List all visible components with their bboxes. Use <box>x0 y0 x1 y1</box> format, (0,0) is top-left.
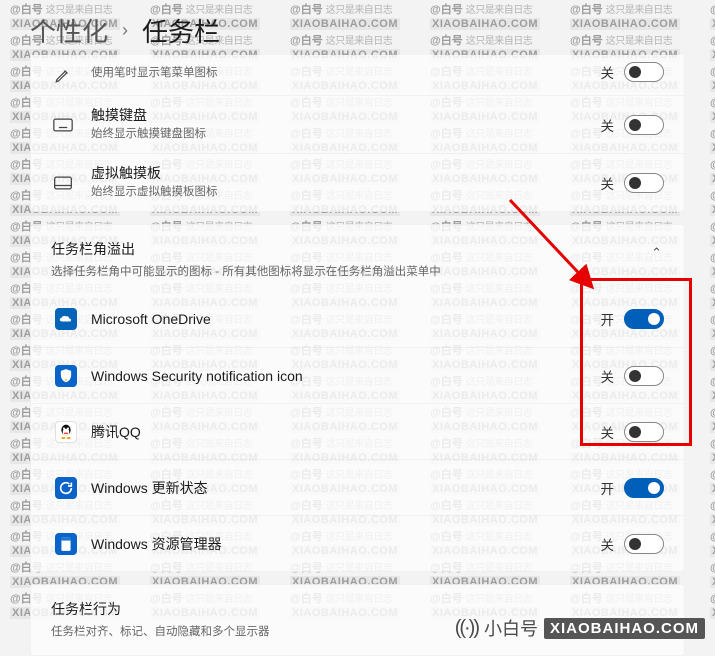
overflow-title: 任务栏角溢出 <box>51 239 664 259</box>
keyboard-icon <box>53 115 73 135</box>
breadcrumb-parent[interactable]: 个性化 <box>30 12 108 49</box>
virtual-touchpad-state: 关 <box>601 173 615 193</box>
security-toggle[interactable] <box>624 366 664 386</box>
touch-keyboard-toggle[interactable] <box>624 115 664 135</box>
footer-watermark: ((·)) 小白号 XIAOBAIHAO.COM <box>455 615 705 641</box>
security-row: Windows Security notification icon 关 <box>31 347 684 403</box>
security-label: Windows Security notification icon <box>91 368 303 384</box>
pen-menu-sub: 使用笔时显示笔菜单图标 <box>91 66 218 81</box>
onedrive-label: Microsoft OneDrive <box>91 311 211 327</box>
update-label: Windows 更新状态 <box>91 478 208 498</box>
virtual-touchpad-title: 虚拟触摸板 <box>91 165 218 183</box>
pen-menu-state: 关 <box>601 62 615 82</box>
update-toggle[interactable] <box>624 478 664 498</box>
shield-icon <box>55 365 77 387</box>
overflow-header[interactable]: 任务栏角溢出 选择任务栏角中可能显示的图标 - 所有其他图标将显示在任务栏角溢出… <box>31 225 684 291</box>
explorer-toggle[interactable] <box>624 534 664 554</box>
touch-keyboard-title: 触摸键盘 <box>91 107 206 125</box>
explorer-label: Windows 资源管理器 <box>91 534 222 554</box>
touch-keyboard-sub: 始终显示触摸键盘图标 <box>91 127 206 142</box>
pen-menu-toggle[interactable] <box>624 62 664 82</box>
explorer-row: Windows 资源管理器 关 <box>31 515 684 571</box>
signal-icon: ((·)) <box>455 617 478 640</box>
qq-toggle[interactable] <box>624 422 664 442</box>
qq-state: 关 <box>601 422 615 442</box>
update-row: Windows 更新状态 开 <box>31 459 684 515</box>
security-state: 关 <box>601 366 615 386</box>
virtual-touchpad-toggle[interactable] <box>624 173 664 193</box>
breadcrumb: 个性化 › 任务栏 <box>30 12 685 49</box>
update-state: 开 <box>601 478 615 498</box>
onedrive-toggle[interactable] <box>624 309 664 329</box>
chevron-right-icon: › <box>122 20 128 41</box>
chevron-up-icon: ⌃ <box>651 245 662 261</box>
onedrive-row: Microsoft OneDrive 开 <box>31 291 684 347</box>
virtual-touchpad-sub: 始终显示虚拟触摸板图标 <box>91 185 218 200</box>
touchpad-icon <box>53 173 73 193</box>
qq-icon <box>55 421 77 443</box>
explorer-icon <box>55 533 77 555</box>
virtual-touchpad-row: 虚拟触摸板 始终显示虚拟触摸板图标 关 <box>31 153 684 211</box>
onedrive-state: 开 <box>601 309 615 329</box>
overflow-sub: 选择任务栏角中可能显示的图标 - 所有其他图标将显示在任务栏角溢出菜单中 <box>51 263 664 279</box>
touch-keyboard-row: 触摸键盘 始终显示触摸键盘图标 关 <box>31 95 684 153</box>
pen-icon <box>53 65 73 85</box>
update-icon <box>55 477 77 499</box>
corner-icons-card: 使用笔时显示笔菜单图标 关 触摸键盘 始终显示触摸键盘图标 关 虚拟触摸板 <box>30 55 685 212</box>
explorer-state: 关 <box>601 534 615 554</box>
qq-label: 腾讯QQ <box>91 422 141 442</box>
pen-menu-row: 使用笔时显示笔菜单图标 关 <box>31 55 684 95</box>
onedrive-icon <box>55 308 77 330</box>
breadcrumb-current: 任务栏 <box>142 12 220 49</box>
overflow-card: 任务栏角溢出 选择任务栏角中可能显示的图标 - 所有其他图标将显示在任务栏角溢出… <box>30 224 685 572</box>
qq-row: 腾讯QQ 关 <box>31 403 684 459</box>
touch-keyboard-state: 关 <box>601 115 615 135</box>
